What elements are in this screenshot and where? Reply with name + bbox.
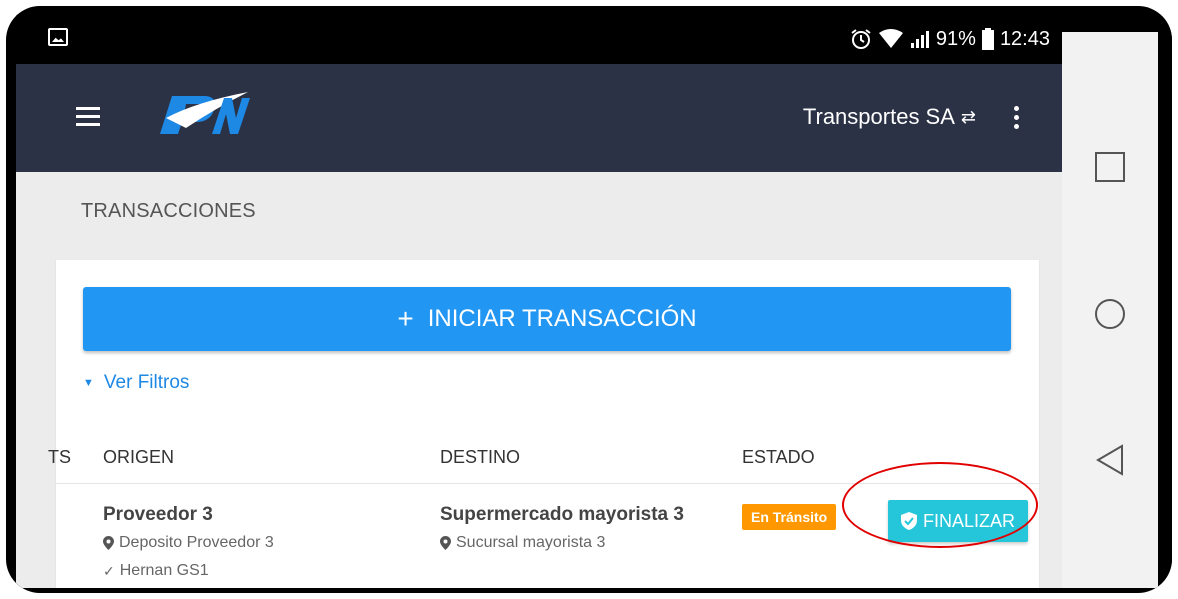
shield-check-icon	[900, 512, 917, 530]
hamburger-menu-icon[interactable]	[70, 102, 106, 132]
account-switcher[interactable]: Transportes SA ⇄	[803, 104, 976, 130]
swap-icon: ⇄	[960, 106, 976, 127]
transactions-card: + INICIAR TRANSACCIÓN ▼ Ver Filtros TS O…	[48, 260, 1039, 588]
start-transaction-button[interactable]: + INICIAR TRANSACCIÓN	[83, 287, 1011, 351]
column-header-estado: ESTADO	[742, 447, 815, 467]
check-icon: ✓	[103, 562, 115, 579]
finish-button-label: FINALIZAR	[922, 510, 1015, 531]
show-filters-link[interactable]: ▼ Ver Filtros	[83, 372, 189, 394]
column-header-origen: ORIGEN	[103, 447, 175, 467]
back-icon[interactable]	[1092, 442, 1128, 478]
destination-location: Sucursal mayorista 3	[440, 534, 684, 552]
origin-user: ✓ Hernan GS1	[103, 562, 274, 580]
origin-location-text: Deposito Proveedor 3	[119, 534, 274, 551]
battery-percent: 91%	[935, 27, 976, 50]
clock: 12:43	[999, 27, 1050, 50]
table-header: TS ORIGEN DESTINO ESTADO	[48, 435, 1039, 484]
origin-user-text: Hernan GS1	[119, 562, 209, 579]
map-marker-icon	[103, 536, 114, 550]
column-header-destino: DESTINO	[440, 447, 521, 467]
main-content: TRANSACCIONES + INICIAR TRANSACCIÓN ▼ Ve…	[16, 172, 1062, 588]
origin-cell: Proveedor 3 Deposito Proveedor 3 ✓ Herna…	[103, 504, 274, 580]
home-icon[interactable]	[1092, 296, 1128, 332]
wifi-icon	[878, 29, 903, 48]
origin-location: Deposito Proveedor 3	[103, 534, 274, 552]
origin-title: Proveedor 3	[103, 504, 213, 525]
start-transaction-label: INICIAR TRANSACCIÓN	[427, 305, 697, 332]
signal-icon	[910, 31, 929, 48]
status-badge: En Tránsito	[742, 504, 837, 530]
status-indicators: 91% 12:43	[850, 24, 1050, 54]
recent-apps-icon[interactable]	[1092, 149, 1128, 185]
finish-button[interactable]: FINALIZAR	[888, 500, 1028, 542]
image-icon	[48, 28, 68, 46]
destination-title: Supermercado mayorista 3	[440, 504, 684, 525]
android-nav-bar	[1062, 32, 1158, 588]
plus-icon: +	[397, 303, 414, 334]
destination-location-text: Sucursal mayorista 3	[456, 534, 606, 551]
destination-cell: Supermercado mayorista 3 Sucursal mayori…	[440, 504, 684, 552]
table-row[interactable]: Proveedor 3 Deposito Proveedor 3 ✓ Herna…	[56, 484, 1039, 588]
show-filters-label: Ver Filtros	[103, 372, 190, 393]
column-header-ts: TS	[48, 447, 72, 467]
page-title: TRANSACCIONES	[81, 200, 256, 222]
app-header: Transportes SA ⇄	[16, 64, 1062, 172]
alarm-icon	[851, 29, 871, 49]
battery-icon	[981, 28, 994, 50]
device-frame: 91% 12:43 Transportes SA ⇄ TRANSACCIONES…	[6, 6, 1172, 593]
app-logo	[160, 92, 250, 134]
account-name: Transportes SA	[802, 104, 955, 129]
more-options-icon[interactable]	[1012, 106, 1022, 132]
screen: 91% 12:43 Transportes SA ⇄ TRANSACCIONES…	[16, 14, 1172, 588]
map-marker-icon	[440, 536, 451, 550]
caret-down-icon: ▼	[83, 377, 94, 389]
status-bar: 91% 12:43	[16, 14, 1062, 64]
